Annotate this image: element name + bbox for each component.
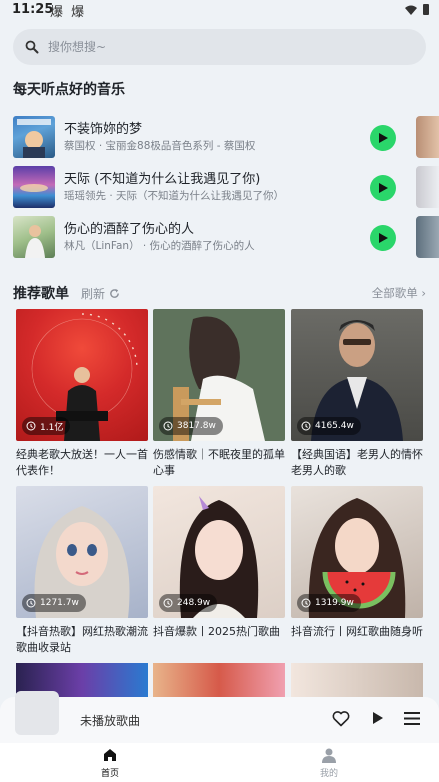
song-subtitle: 瑶瑶领先 · 天际（不知道为什么让我遇见了你） (64, 190, 285, 202)
play-count-badge: 3817.8w (159, 417, 223, 435)
playlist-title: 【经典国语】老男人的情怀 老男人的歌 (291, 448, 423, 477)
song-title: 不装饰妳的梦 (64, 122, 143, 137)
play-count: 3817.8w (177, 421, 216, 431)
playlist-card[interactable]: 1271.7w 【抖音热歌】网红热歌潮流歌曲收录站 (16, 486, 148, 656)
song-play-button[interactable] (370, 125, 396, 151)
search-icon (25, 40, 39, 54)
clock-icon (26, 421, 36, 431)
playlist-title: 伤感情歌｜不眠夜里的孤单心事 (153, 448, 285, 477)
playlist-title: 【抖音热歌】网红热歌潮流歌曲收录站 (16, 625, 148, 654)
refresh-button[interactable]: 刷新 (81, 285, 120, 302)
playlist-menu-icon[interactable] (404, 712, 420, 725)
song-play-button[interactable] (370, 225, 396, 251)
playlist-title: 经典老歌大放送！一人一首代表作！ (16, 448, 148, 477)
clock-icon (301, 421, 311, 431)
playlist-cover: 1271.7w (16, 486, 148, 618)
clock-icon (301, 598, 311, 608)
daily-section-title: 每天听点好的音乐 (13, 82, 125, 98)
song-row[interactable]: 不装饰妳的梦 蔡国权 · 宝丽金88极品音色系列 - 蔡国权 (13, 116, 413, 160)
refresh-icon (110, 288, 119, 298)
battery-icon (423, 4, 429, 15)
song-title: 天际 (不知道为什么让我遇见了你) (64, 172, 261, 187)
player-song-text: 未播放歌曲 (80, 714, 141, 728)
nav-mine[interactable]: 我的 (299, 747, 359, 779)
nav-mine-label: 我的 (319, 769, 338, 779)
recommend-header: 推荐歌单 刷新 全部歌单 › (13, 283, 426, 302)
play-count-badge: 1271.7w (22, 594, 86, 612)
play-count: 4165.4w (315, 421, 354, 431)
song-peek-cover[interactable] (416, 166, 439, 208)
refresh-label: 刷新 (81, 287, 106, 301)
user-icon (322, 748, 336, 763)
song-peek-cover[interactable] (416, 216, 439, 258)
play-count: 1271.7w (40, 598, 79, 608)
playlist-title: 抖音爆款丨2025热门歌曲 (153, 625, 280, 638)
search-bar[interactable] (13, 29, 426, 65)
play-icon (379, 183, 388, 193)
nav-home[interactable]: 首页 (80, 747, 140, 779)
song-cover (13, 216, 55, 258)
play-icon (379, 233, 388, 243)
play-count: 1319.9w (315, 598, 354, 608)
play-count: 1.1亿 (40, 422, 64, 433)
playlist-title: 抖音流行丨网红歌曲随身听 (291, 625, 423, 638)
home-icon (104, 749, 116, 761)
play-count-badge: 248.9w (159, 594, 218, 612)
playlist-card[interactable] (153, 663, 285, 697)
song-subtitle: 蔡国权 · 宝丽金88极品音色系列 - 蔡国权 (64, 140, 256, 152)
song-peek-cover[interactable] (416, 116, 439, 158)
song-cover (13, 166, 55, 208)
heart-icon[interactable] (332, 710, 350, 727)
playlist-cover: 3817.8w (153, 309, 285, 441)
playlist-cover: 248.9w (153, 486, 285, 618)
mini-player[interactable]: 未播放歌曲 (0, 691, 439, 743)
play-count-badge: 4165.4w (297, 417, 361, 435)
song-row[interactable]: 伤心的酒醉了伤心的人 林凡（LinFan） · 伤心的酒醉了伤心的人 (13, 216, 413, 260)
playlist-cover: 4165.4w (291, 309, 423, 441)
song-title: 伤心的酒醉了伤心的人 (64, 222, 195, 237)
play-icon[interactable] (372, 711, 384, 725)
nav-home-label: 首页 (100, 769, 119, 779)
play-icon (379, 133, 388, 143)
playlist-card[interactable]: 4165.4w 【经典国语】老男人的情怀 老男人的歌 (291, 309, 423, 479)
bottom-nav: 首页 我的 (0, 743, 439, 782)
playlist-card[interactable]: 3817.8w 伤感情歌｜不眠夜里的孤单心事 (153, 309, 285, 479)
play-count-badge: 1.1亿 (22, 417, 71, 435)
play-count: 248.9w (177, 598, 211, 608)
playlist-cover: 1.1亿 (16, 309, 148, 441)
play-count-badge: 1319.9w (297, 594, 361, 612)
all-playlists-link[interactable]: 全部歌单 › (372, 285, 426, 301)
song-play-button[interactable] (370, 175, 396, 201)
clock-icon (26, 598, 36, 608)
clock-icon (163, 598, 173, 608)
status-time: 11:25 (12, 2, 54, 17)
wifi-icon (405, 5, 417, 15)
playlist-card[interactable] (291, 663, 423, 697)
playlist-cover: 1319.9w (291, 486, 423, 618)
notification-icons: 爆 爆 (50, 5, 87, 20)
clock-icon (163, 421, 173, 431)
search-input[interactable] (48, 40, 388, 54)
status-bar: 11:25 爆 爆 (0, 0, 439, 22)
playlist-card[interactable]: 1.1亿 经典老歌大放送！一人一首代表作！ (16, 309, 148, 479)
recommend-title: 推荐歌单 (13, 286, 69, 302)
song-subtitle: 林凡（LinFan） · 伤心的酒醉了伤心的人 (64, 240, 255, 252)
player-cover (15, 691, 59, 735)
playlist-card[interactable]: 1319.9w 抖音流行丨网红歌曲随身听 (291, 486, 423, 640)
song-row[interactable]: 天际 (不知道为什么让我遇见了你) 瑶瑶领先 · 天际（不知道为什么让我遇见了你… (13, 166, 413, 210)
song-cover (13, 116, 55, 158)
playlist-card[interactable]: 248.9w 抖音爆款丨2025热门歌曲 (153, 486, 285, 640)
